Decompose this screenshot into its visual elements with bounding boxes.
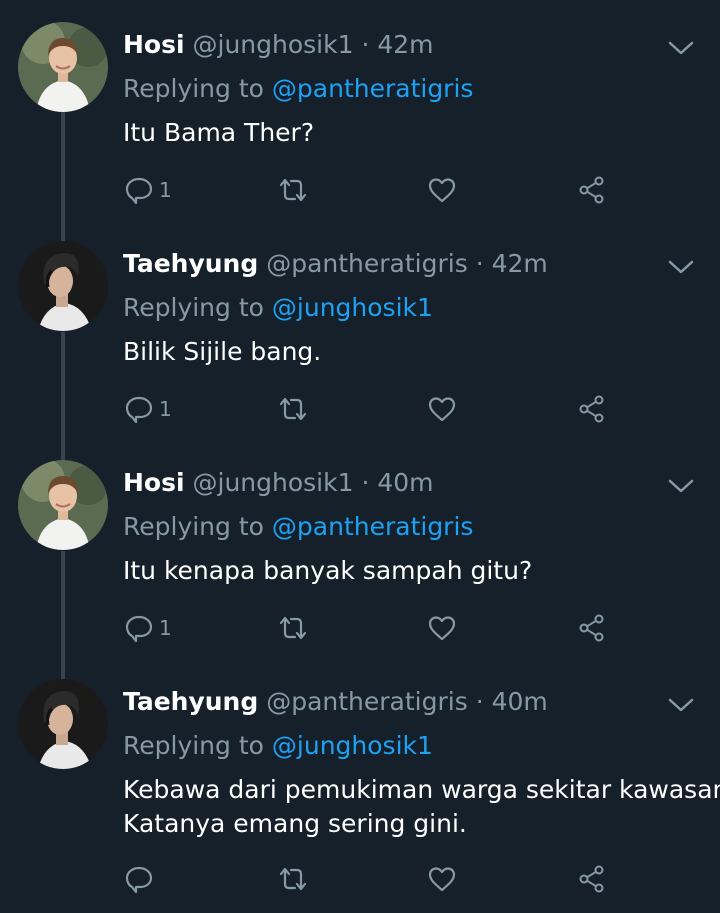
reply-icon: [125, 396, 153, 424]
replying-to: Replying to @pantheratigris: [123, 72, 473, 106]
chevron-down-icon[interactable]: [666, 257, 696, 277]
share-button[interactable]: [578, 170, 606, 210]
tweet-actions: 1: [0, 608, 720, 648]
retweet-button[interactable]: [277, 389, 309, 429]
timestamp[interactable]: 42m: [377, 30, 433, 59]
tweet-text-line: Katanya emang sering gini.: [123, 809, 467, 838]
timestamp[interactable]: 40m: [377, 468, 433, 497]
replying-to-label: Replying to: [123, 512, 264, 541]
retweet-button[interactable]: [277, 170, 309, 210]
avatar[interactable]: [18, 22, 108, 112]
chevron-down-icon[interactable]: [666, 695, 696, 715]
reply-count: 1: [159, 397, 172, 421]
retweet-icon: [279, 867, 307, 891]
display-name[interactable]: Hosi: [123, 468, 185, 497]
tweet-actions: 1: [0, 389, 720, 429]
retweet-icon: [279, 397, 307, 421]
avatar[interactable]: [18, 241, 108, 331]
user-handle[interactable]: @pantheratigris: [266, 687, 468, 716]
share-button[interactable]: [578, 608, 606, 648]
tweet[interactable]: Taehyung @pantheratigris · 42m Replying …: [0, 237, 720, 447]
tweet-text: Bilik Sijile bang.: [123, 335, 713, 369]
reply-button[interactable]: 1: [125, 389, 172, 429]
retweet-button[interactable]: [277, 608, 309, 648]
tweet-text: Kebawa dari pemukiman warga sekitar kawa…: [123, 773, 720, 841]
share-button[interactable]: [578, 389, 606, 429]
retweet-button[interactable]: [277, 859, 309, 899]
tweet-text: Itu Bama Ther?: [123, 116, 713, 150]
tweet-text: Itu kenapa banyak sampah gitu?: [123, 554, 713, 588]
like-button[interactable]: [428, 608, 456, 648]
heart-icon: [428, 178, 456, 203]
like-button[interactable]: [428, 170, 456, 210]
share-button[interactable]: [578, 859, 606, 899]
tweet-actions: [0, 859, 720, 899]
display-name[interactable]: Hosi: [123, 30, 185, 59]
replying-to-handle[interactable]: @pantheratigris: [272, 512, 474, 541]
timestamp[interactable]: 42m: [492, 249, 548, 278]
tweet-text-line: Bilik Sijile bang.: [123, 337, 322, 366]
tweet-header: Hosi @junghosik1 · 42m: [123, 28, 434, 62]
tweet[interactable]: Hosi @junghosik1 · 42m Replying to @pant…: [0, 18, 720, 228]
replying-to-label: Replying to: [123, 74, 264, 103]
separator: ·: [475, 249, 484, 278]
reply-button[interactable]: [125, 859, 159, 899]
heart-icon: [428, 397, 456, 422]
chevron-down-icon[interactable]: [666, 476, 696, 496]
retweet-icon: [279, 616, 307, 640]
tweet-actions: 1: [0, 170, 720, 210]
replying-to-label: Replying to: [123, 293, 264, 322]
tweet-text-line: Itu Bama Ther?: [123, 118, 315, 147]
user-handle[interactable]: @pantheratigris: [266, 249, 468, 278]
reply-icon: [125, 177, 153, 205]
tweet-thread: Hosi @junghosik1 · 42m Replying to @pant…: [0, 0, 720, 913]
heart-icon: [428, 867, 456, 892]
tweet-header: Taehyung @pantheratigris · 42m: [123, 247, 548, 281]
avatar[interactable]: [18, 679, 108, 769]
tweet-text-line: Kebawa dari pemukiman warga sekitar kawa…: [123, 775, 720, 804]
separator: ·: [475, 687, 484, 716]
reply-icon: [125, 615, 153, 643]
display-name[interactable]: Taehyung: [123, 249, 258, 278]
share-icon: [579, 176, 604, 204]
user-handle[interactable]: @junghosik1: [193, 30, 354, 59]
tweet[interactable]: Taehyung @pantheratigris · 40m Replying …: [0, 675, 720, 913]
avatar[interactable]: [18, 460, 108, 550]
replying-to-handle[interactable]: @junghosik1: [272, 731, 433, 760]
share-icon: [579, 865, 604, 893]
separator: ·: [361, 30, 370, 59]
replying-to-handle[interactable]: @pantheratigris: [272, 74, 474, 103]
like-button[interactable]: [428, 389, 456, 429]
replying-to-handle[interactable]: @junghosik1: [272, 293, 433, 322]
heart-icon: [428, 616, 456, 641]
separator: ·: [361, 468, 370, 497]
replying-to: Replying to @junghosik1: [123, 291, 433, 325]
share-icon: [579, 614, 604, 642]
replying-to: Replying to @junghosik1: [123, 729, 433, 763]
reply-count: 1: [159, 178, 172, 202]
tweet[interactable]: Hosi @junghosik1 · 40m Replying to @pant…: [0, 456, 720, 666]
share-icon: [579, 395, 604, 423]
user-handle[interactable]: @junghosik1: [193, 468, 354, 497]
tweet-text-line: Itu kenapa banyak sampah gitu?: [123, 556, 533, 585]
tweet-header: Hosi @junghosik1 · 40m: [123, 466, 434, 500]
display-name[interactable]: Taehyung: [123, 687, 258, 716]
tweet-header: Taehyung @pantheratigris · 40m: [123, 685, 548, 719]
replying-to-label: Replying to: [123, 731, 264, 760]
replying-to: Replying to @pantheratigris: [123, 510, 473, 544]
like-button[interactable]: [428, 859, 456, 899]
reply-button[interactable]: 1: [125, 608, 172, 648]
retweet-icon: [279, 178, 307, 202]
chevron-down-icon[interactable]: [666, 38, 696, 58]
timestamp[interactable]: 40m: [492, 687, 548, 716]
reply-icon: [125, 866, 153, 894]
reply-count: 1: [159, 616, 172, 640]
reply-button[interactable]: 1: [125, 170, 172, 210]
